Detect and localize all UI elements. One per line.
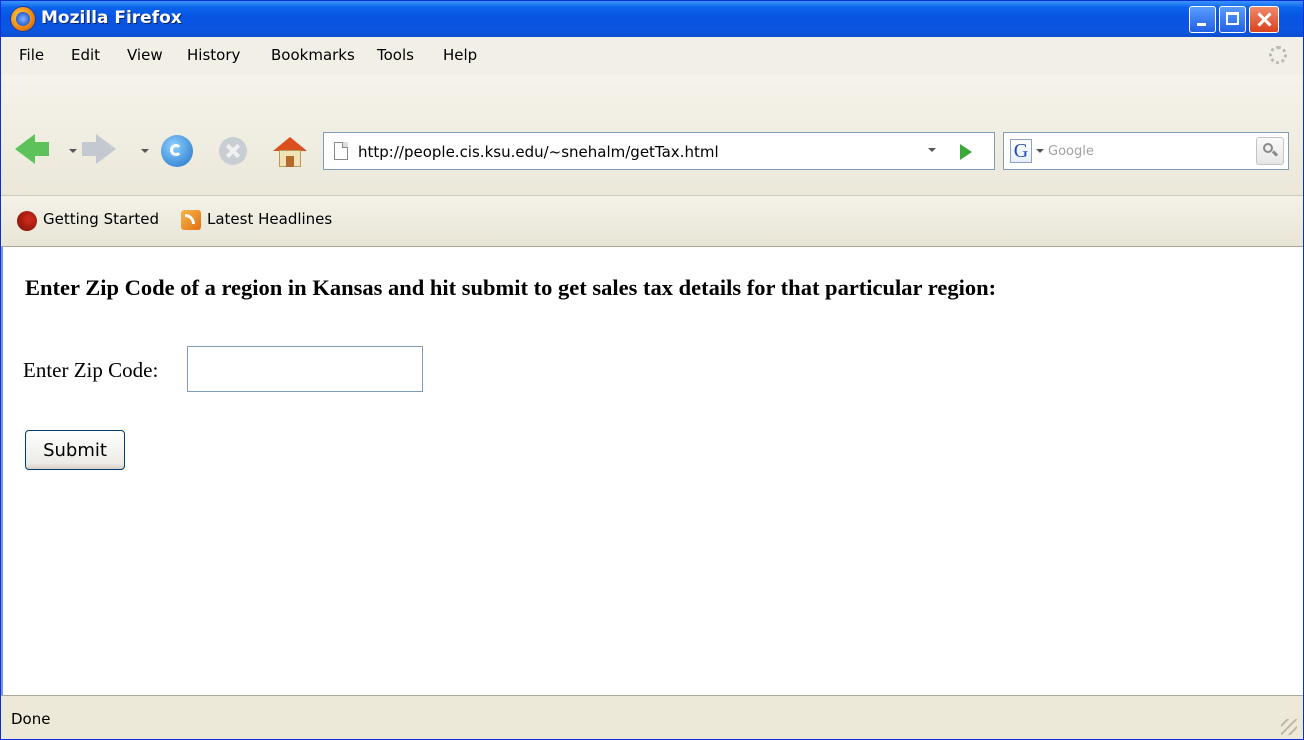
menu-file[interactable]: File [19,46,44,64]
getting-started-icon [17,211,37,231]
search-engine-dropdown-icon[interactable] [1036,149,1044,153]
page-content: Enter Zip Code of a region in Kansas and… [1,247,1303,695]
firefox-icon [11,7,35,31]
menu-view[interactable]: View [127,46,163,64]
page-icon [334,142,348,160]
menu-bookmarks[interactable]: Bookmarks [271,46,355,64]
navigation-toolbar: http://people.cis.ksu.edu/~snehalm/getTa… [1,75,1303,195]
menu-tools[interactable]: Tools [377,46,414,64]
home-icon[interactable] [273,137,307,167]
search-input[interactable]: Google [1048,144,1094,159]
resize-grip-icon[interactable] [1281,719,1297,735]
menu-history[interactable]: History [187,46,240,64]
bookmark-latest-headlines[interactable]: Latest Headlines [207,210,332,228]
url-text[interactable]: http://people.cis.ksu.edu/~snehalm/getTa… [358,143,719,161]
back-history-dropdown-icon[interactable] [69,149,77,153]
close-button[interactable] [1249,6,1279,33]
submit-button[interactable]: Submit [25,430,125,470]
home-icon-roof [273,137,307,151]
title-bar[interactable]: Mozilla Firefox [1,1,1303,37]
menu-help[interactable]: Help [443,46,477,64]
status-bar: Done [1,695,1303,739]
zip-code-input[interactable] [187,346,423,392]
status-text: Done [11,710,51,728]
back-icon[interactable] [15,134,49,164]
browser-window: Mozilla Firefox File Edit View History B… [0,0,1304,740]
bookmark-getting-started[interactable]: Getting Started [43,210,159,228]
rss-feed-icon [181,210,201,230]
maximize-button[interactable] [1219,6,1246,33]
search-icon[interactable] [1256,137,1284,165]
menu-bar: File Edit View History Bookmarks Tools H… [1,37,1303,75]
zip-code-label: Enter Zip Code: [23,358,159,382]
window-title: Mozilla Firefox [41,8,182,28]
google-search-engine-icon[interactable]: G [1010,139,1032,163]
forward-icon[interactable] [82,134,116,164]
menu-edit[interactable]: Edit [71,46,100,64]
home-icon-door [286,156,294,167]
url-history-dropdown-icon[interactable] [928,148,936,152]
minimize-button[interactable] [1189,6,1216,33]
stop-icon[interactable] [219,137,247,165]
forward-history-dropdown-icon[interactable] [141,149,149,153]
go-icon[interactable] [960,144,972,160]
throbber-icon [1269,46,1287,64]
bookmarks-toolbar: Getting Started Latest Headlines [1,195,1303,247]
reload-icon[interactable] [161,135,193,167]
address-bar[interactable]: http://people.cis.ksu.edu/~snehalm/getTa… [323,132,995,170]
page-heading: Enter Zip Code of a region in Kansas and… [25,275,997,300]
search-bar[interactable]: G Google [1003,132,1289,170]
